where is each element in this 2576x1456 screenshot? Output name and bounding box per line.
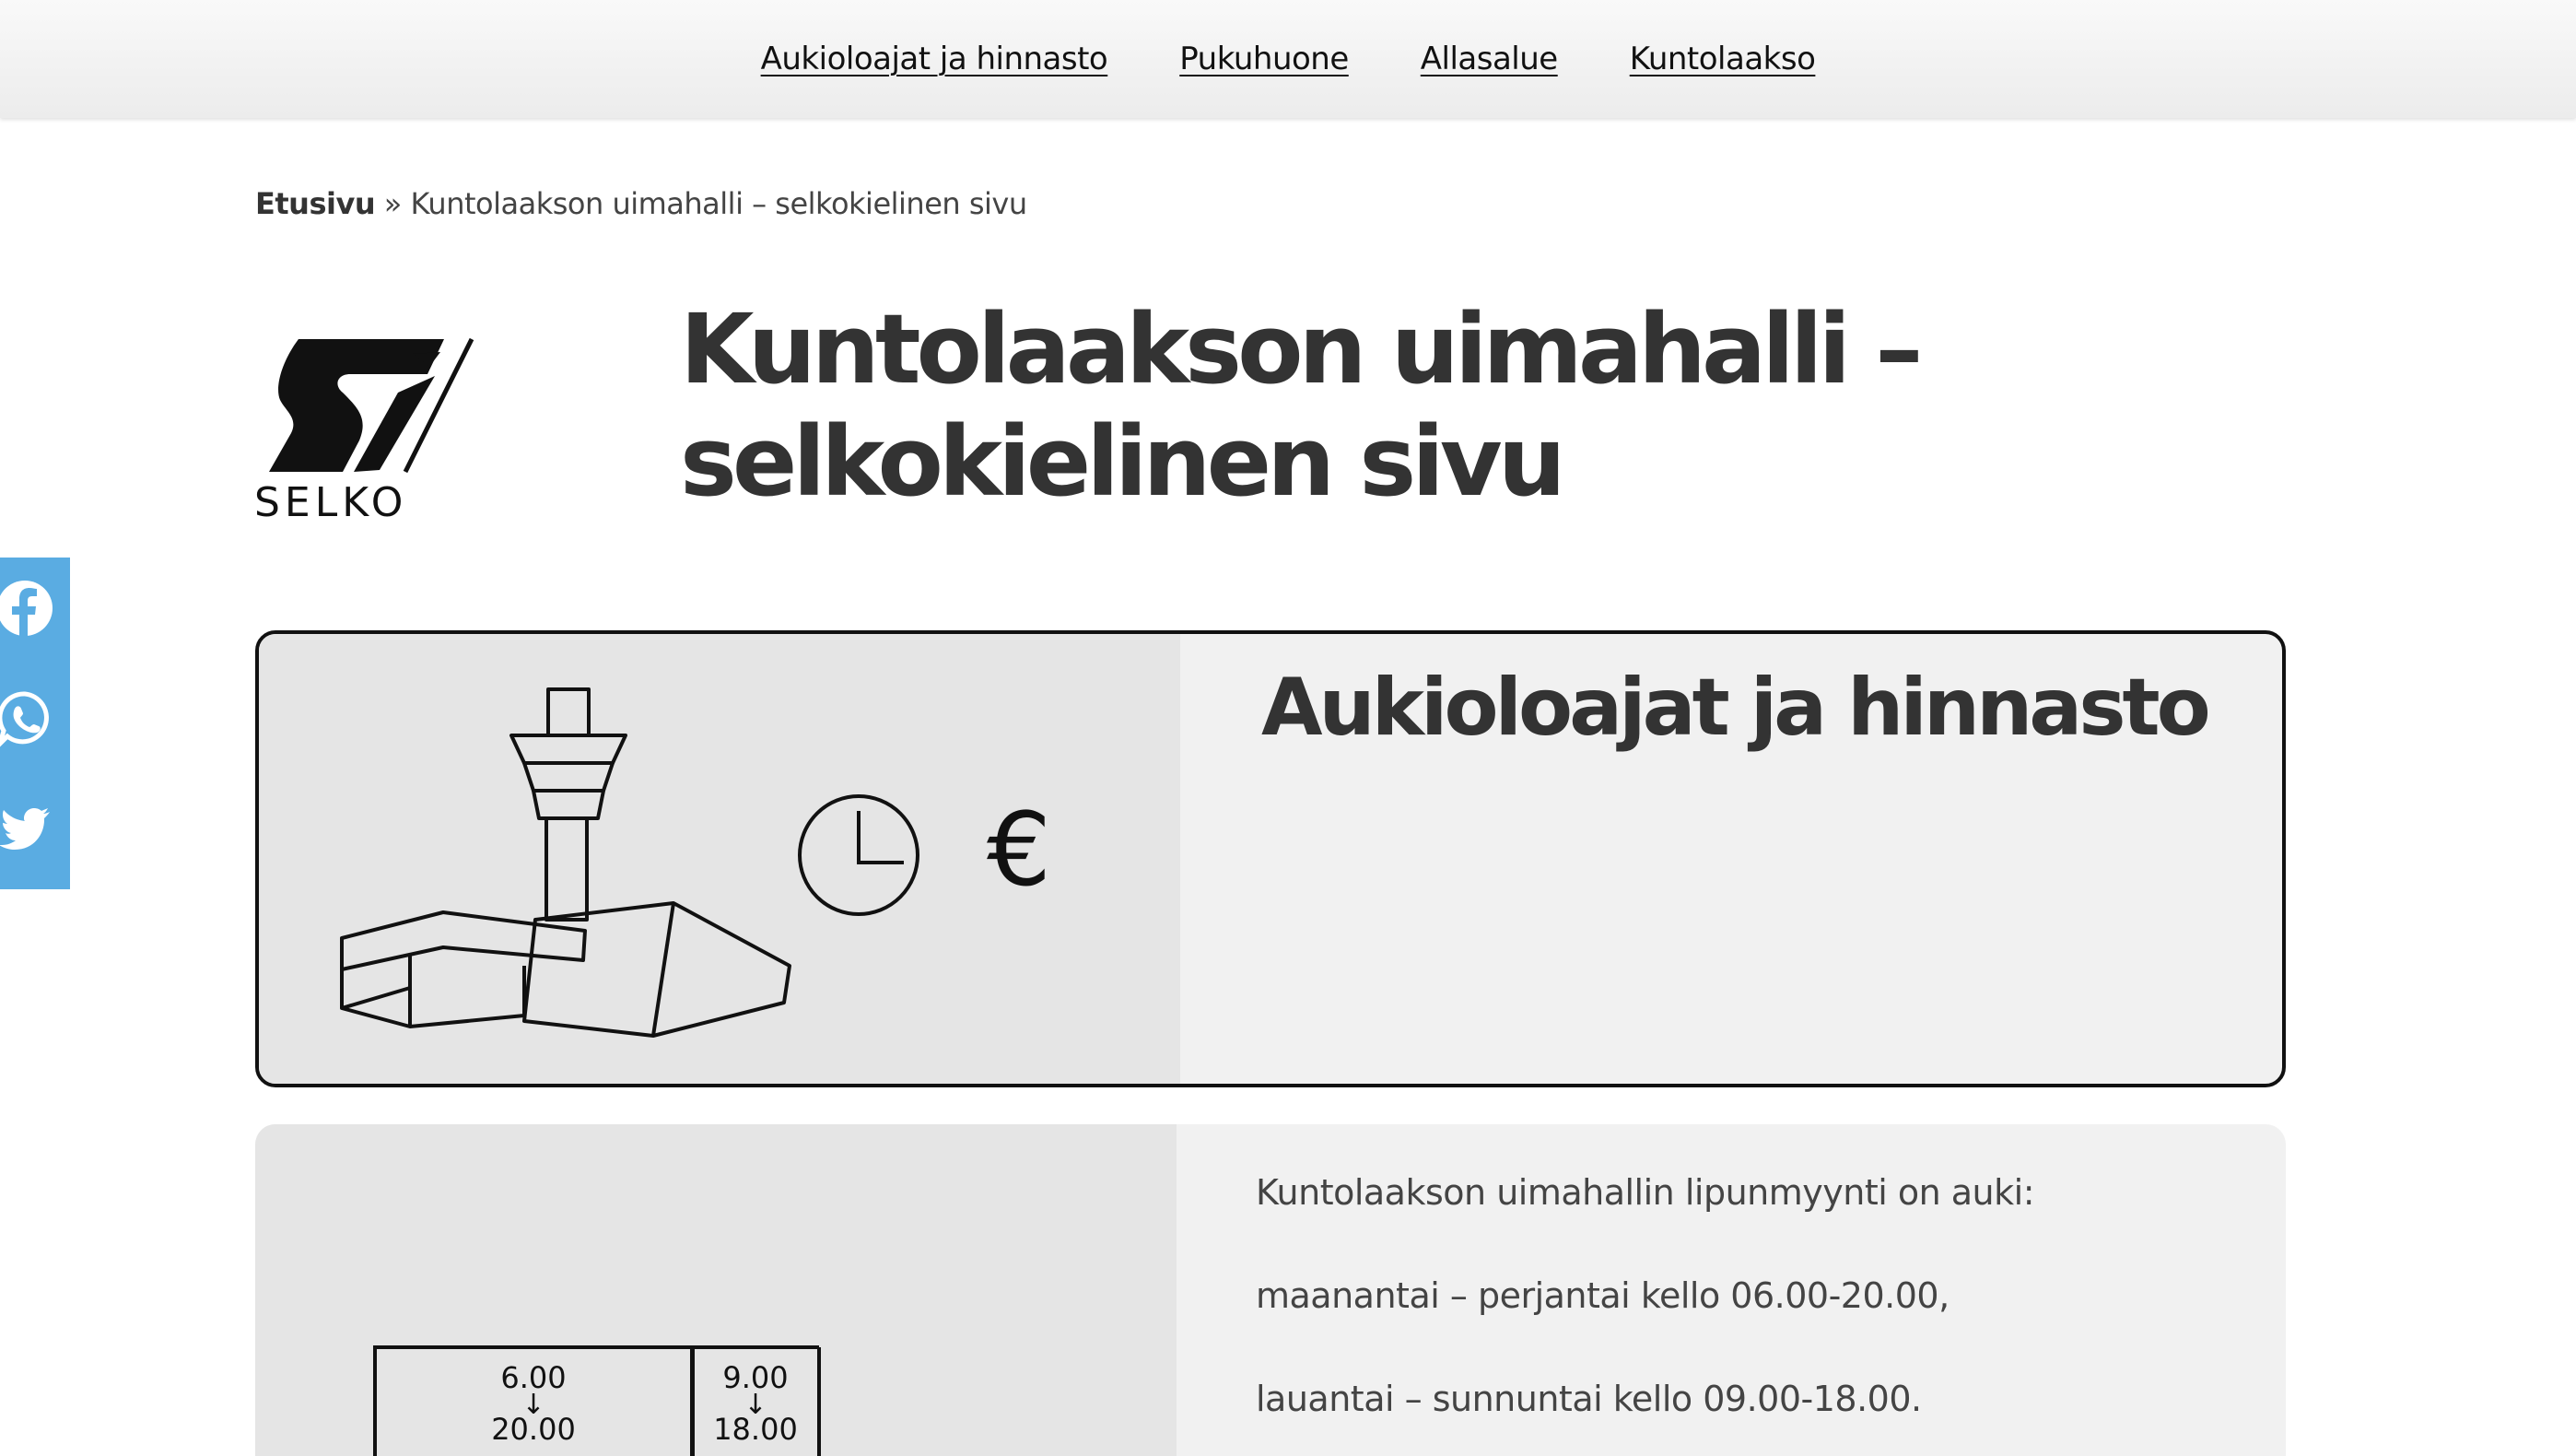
nav-link-kuntolaakso[interactable]: Kuntolaakso bbox=[1630, 41, 1816, 77]
selko-logo-mark: SELKO bbox=[254, 337, 474, 526]
social-share-bar bbox=[0, 558, 70, 889]
selko-logo: SELKO bbox=[251, 334, 481, 527]
breadcrumb-home-link[interactable]: Etusivu bbox=[255, 186, 376, 221]
breadcrumb: Etusivu » Kuntolaakson uimahalli – selko… bbox=[255, 186, 1027, 221]
schedule-illustration: 6.00 ↓ 20.00 9.00 ↓ 18.00 bbox=[255, 1124, 1177, 1456]
weekend-close-time: 18.00 bbox=[713, 1412, 798, 1447]
top-navigation: Aukioloajat ja hinnasto Pukuhuone Allasa… bbox=[0, 0, 2576, 118]
swimming-hall-building-icon: € bbox=[340, 687, 1051, 1038]
whatsapp-icon[interactable] bbox=[0, 690, 53, 747]
nav-link-allasalue[interactable]: Allasalue bbox=[1421, 41, 1558, 77]
swimming-hall-illustration: € bbox=[259, 634, 1180, 1084]
selko-logo-text: SELKO bbox=[254, 479, 407, 526]
nav-link-aukioloajat[interactable]: Aukioloajat ja hinnasto bbox=[761, 41, 1108, 77]
ticket-sales-intro: Kuntolaakson uimahallin lipunmyynti on a… bbox=[1256, 1172, 2035, 1213]
facebook-icon[interactable] bbox=[0, 580, 53, 637]
breadcrumb-current: Kuntolaakson uimahalli – selkokielinen s… bbox=[410, 186, 1028, 221]
opening-hours-card[interactable]: € Aukioloajat ja hinnasto bbox=[255, 630, 2286, 1087]
weekend-hours: lauantai – sunnuntai kello 09.00-18.00. bbox=[1256, 1379, 1922, 1419]
weekday-hours: maanantai – perjantai kello 06.00-20.00, bbox=[1256, 1275, 1950, 1316]
weekday-close-time: 20.00 bbox=[491, 1412, 576, 1447]
euro-icon: € bbox=[987, 791, 1051, 909]
page-title: Kuntolaakson uimahalli – selkokielinen s… bbox=[680, 293, 1923, 518]
twitter-icon[interactable] bbox=[0, 801, 53, 858]
opening-hours-heading: Aukioloajat ja hinnasto bbox=[1261, 662, 2211, 754]
nav-link-pukuhuone[interactable]: Pukuhuone bbox=[1179, 41, 1349, 77]
clock-icon bbox=[798, 794, 919, 916]
schedule-table-icon: 6.00 ↓ 20.00 9.00 ↓ 18.00 bbox=[373, 1345, 821, 1456]
breadcrumb-separator: » bbox=[383, 186, 403, 221]
ticket-sales-text: Kuntolaakson uimahallin lipunmyynti on a… bbox=[1256, 1172, 2035, 1456]
ticket-sales-card: 6.00 ↓ 20.00 9.00 ↓ 18.00 Kuntolaakson u… bbox=[255, 1124, 2286, 1456]
